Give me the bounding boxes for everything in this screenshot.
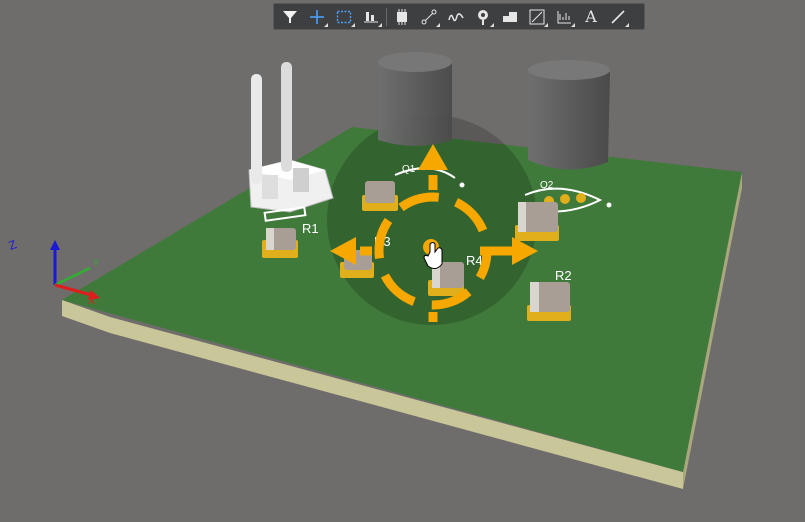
label-r1: R1 [302, 221, 319, 236]
line-button[interactable] [606, 6, 630, 28]
graph-button[interactable] [552, 6, 576, 28]
label-q1: Q1 [402, 164, 416, 175]
align-button[interactable] [359, 6, 383, 28]
label-q2: Q2 [540, 180, 554, 191]
active-bar-toolbar: A [273, 3, 645, 30]
axis-y-label: Y [93, 258, 99, 268]
axis-z-label: Z [7, 237, 19, 253]
axis-x-label: X [88, 295, 96, 307]
label-r2: R2 [555, 268, 572, 283]
header-connector[interactable] [248, 62, 334, 213]
dimension-button[interactable] [525, 6, 549, 28]
transistor-q1-body[interactable] [378, 52, 452, 146]
component-button[interactable] [390, 6, 414, 28]
pcb-3d-viewport[interactable]: R1 R3 R4 R2 Q1 Q2 Z Y X [0, 0, 805, 522]
resistor-q2-small[interactable] [515, 202, 559, 241]
filter-icon [283, 10, 297, 23]
transistor-q2-body[interactable] [528, 60, 610, 170]
route-button[interactable] [417, 6, 441, 28]
text-icon: A [585, 7, 597, 26]
filter-button[interactable] [278, 6, 302, 28]
resistor-r2[interactable] [527, 282, 571, 321]
component-icon [397, 8, 407, 25]
crosshair-button[interactable] [305, 6, 329, 28]
select-rectangle-button[interactable] [332, 6, 356, 28]
resistor-r1[interactable] [262, 228, 298, 258]
polygon-fill-icon [503, 11, 517, 22]
track-icon [448, 12, 464, 21]
polygon-fill-button[interactable] [498, 6, 522, 28]
via-button[interactable] [471, 6, 495, 28]
text-button[interactable]: A [579, 6, 603, 28]
toolbar-separator [386, 7, 387, 26]
track-button[interactable] [444, 6, 468, 28]
resistor-q1-small[interactable] [362, 181, 398, 211]
